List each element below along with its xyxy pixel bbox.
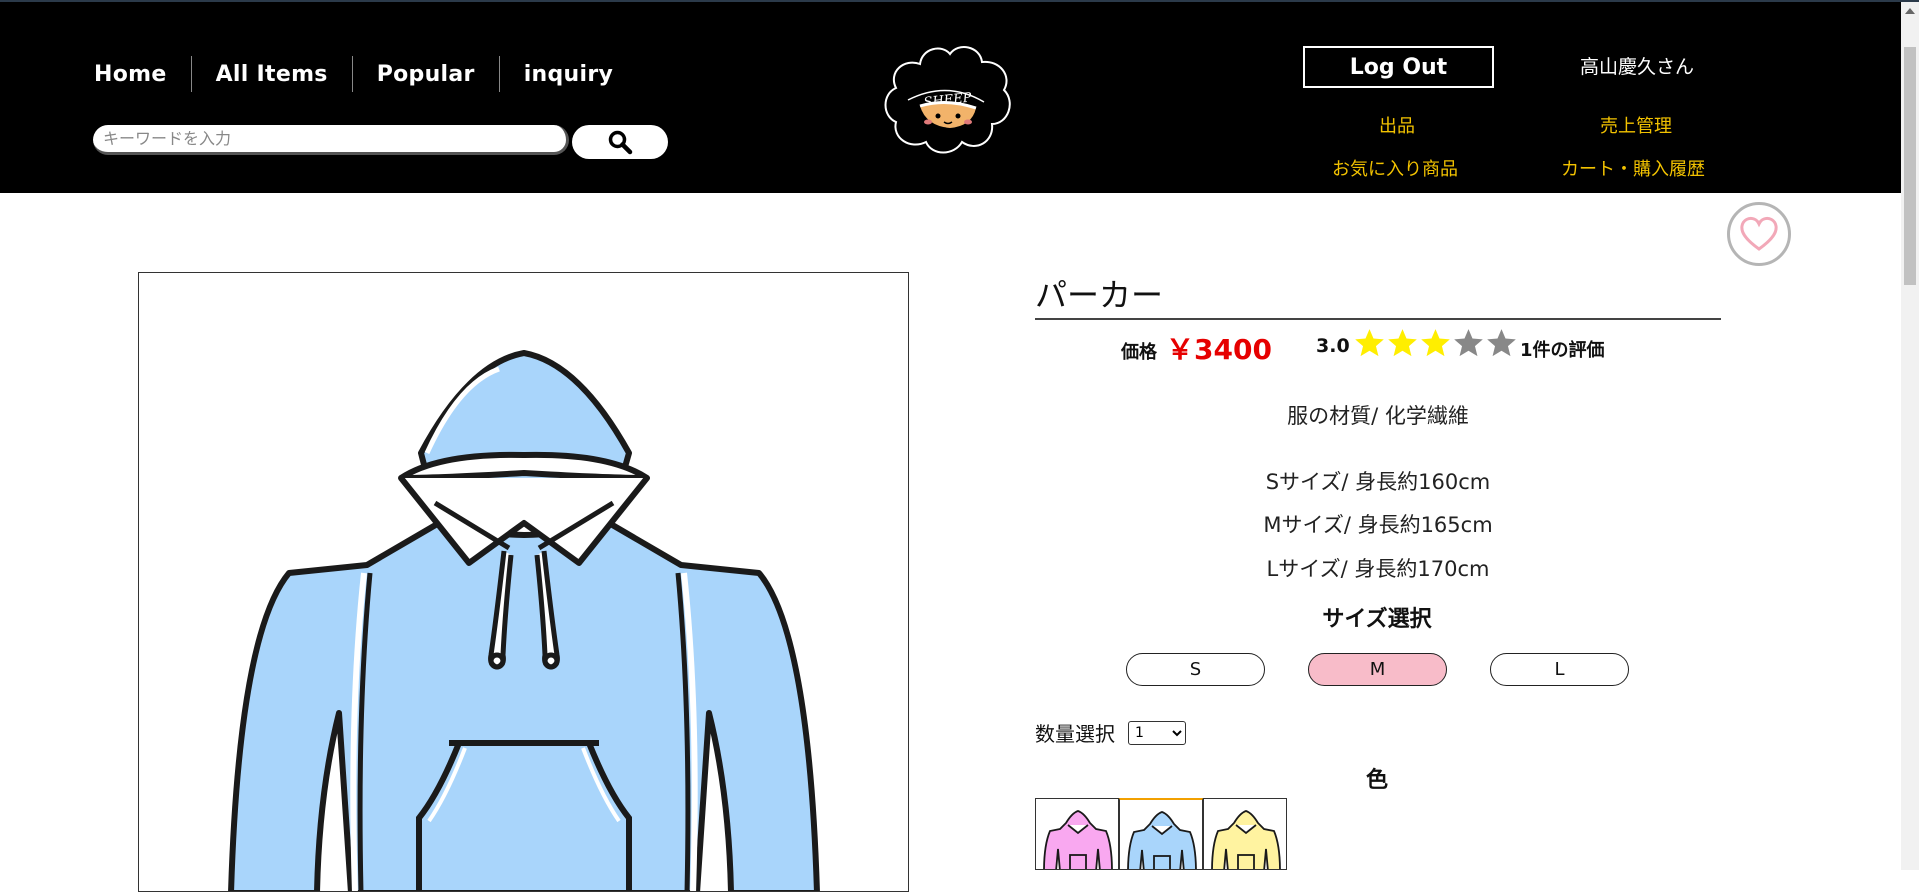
price-value: ￥3400 [1166,333,1272,366]
product-image [138,272,909,892]
search-button[interactable] [572,125,668,159]
size-l-button[interactable]: L [1490,653,1629,686]
color-swatch-yellow[interactable] [1203,798,1287,870]
scrollbar-thumb[interactable] [1904,47,1916,285]
star-filled-icon [1388,329,1417,357]
rating-stars [1353,327,1518,360]
nav-popular-link[interactable]: Popular [353,62,499,87]
star-empty-icon [1487,329,1516,357]
star-filled-icon [1421,329,1450,357]
sales-management-link[interactable]: 売上管理 [1600,112,1672,138]
color-swatches [1035,798,1287,870]
product-title: パーカー [1035,276,1164,314]
star-filled-icon [1355,329,1384,357]
cart-history-link[interactable]: カート・購入履歴 [1561,155,1705,181]
rating-value: 3.0 [1316,335,1350,357]
search-icon [608,130,633,155]
price-label: 価格 [1121,342,1157,363]
sheep-logo-icon: SHEEP [884,46,1011,154]
page-scrollbar[interactable] [1901,2,1919,870]
color-swatch-blue[interactable] [1119,798,1203,870]
user-name: 高山慶久さん [1580,56,1695,78]
size-s-button[interactable]: S [1126,653,1265,686]
heart-icon [1740,216,1778,251]
size-m-button[interactable]: M [1308,653,1447,686]
search-bar [93,125,668,159]
logout-button[interactable]: Log Out [1303,46,1494,88]
size-info-m: Mサイズ/ 身長約165cm [1263,513,1493,537]
title-divider [1035,318,1721,320]
size-info-s: Sサイズ/ 身長約160cm [1265,470,1491,494]
quantity-label: 数量選択 [1035,722,1115,746]
favorite-button[interactable] [1727,202,1791,266]
search-input[interactable] [93,125,569,155]
main-nav: Home All Items Popular inquiry [70,54,637,94]
sell-link[interactable]: 出品 [1379,112,1415,138]
size-select-heading: サイズ選択 [1322,607,1432,632]
material-info: 服の材質/ 化学繊維 [1287,404,1469,428]
site-header: Home All Items Popular inquiry SHEEP [0,2,1919,193]
color-heading: 色 [1365,768,1388,793]
pink-hoodie-icon [1043,810,1113,869]
blue-hoodie-icon [1127,811,1197,869]
scroll-up-arrow-icon[interactable] [1905,8,1915,14]
size-info-l: Lサイズ/ 身長約170cm [1266,557,1490,581]
color-swatch-pink[interactable] [1035,798,1119,870]
hoodie-illustration [228,350,820,891]
nav-home-link[interactable]: Home [70,62,191,87]
rating-count: 1件の評価 [1520,340,1605,361]
nav-inquiry-link[interactable]: inquiry [500,62,637,87]
quantity-select[interactable]: 1 [1128,721,1186,745]
star-empty-icon [1454,329,1483,357]
yellow-hoodie-icon [1211,810,1281,869]
favorites-link[interactable]: お気に入り商品 [1332,155,1458,181]
site-logo[interactable]: SHEEP [880,42,1015,157]
nav-all-items-link[interactable]: All Items [192,62,352,87]
